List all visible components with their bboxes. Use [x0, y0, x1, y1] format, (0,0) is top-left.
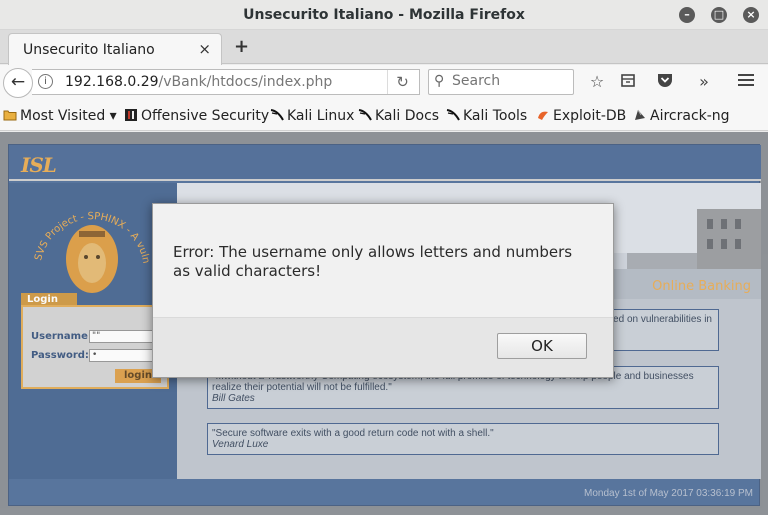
overflow-menu-icon[interactable]: » — [694, 72, 714, 92]
bookmark-exploit-db[interactable]: Exploit-DB — [536, 108, 626, 124]
offsec-icon — [124, 108, 138, 122]
dialog-footer: OK — [153, 317, 613, 377]
search-icon: ⚲ — [434, 73, 445, 89]
tab-strip: Unsecurito Italiano × — [0, 30, 768, 65]
bookmark-label: Exploit-DB — [553, 108, 627, 124]
pocket-icon[interactable] — [655, 72, 675, 92]
bookmark-aircrack-ng[interactable]: Aircrack-ng — [633, 108, 730, 124]
library-icon[interactable] — [618, 72, 638, 92]
folder-icon — [3, 108, 17, 122]
maximize-icon[interactable]: □ — [711, 7, 727, 23]
url-bar[interactable]: i 192.168.0.29/vBank/htdocs/index.php ↻ — [32, 69, 420, 95]
tab-unsecurito-italiano[interactable]: Unsecurito Italiano × — [8, 33, 222, 65]
bookmark-label: Kali Docs — [375, 108, 440, 124]
url-host: 192.168.0.29 — [65, 74, 159, 90]
kali-icon — [358, 108, 372, 122]
back-button[interactable]: ← — [3, 68, 33, 98]
bookmark-label: Kali Linux — [287, 108, 355, 124]
hamburger-menu-icon[interactable] — [736, 72, 756, 92]
chevron-down-icon: ▾ — [105, 108, 117, 124]
window-title: Unsecurito Italiano - Mozilla Firefox — [243, 7, 525, 23]
bookmark-label: Offensive Security — [141, 108, 270, 124]
ok-button[interactable]: OK — [497, 333, 587, 359]
bookmark-label: Aircrack-ng — [650, 108, 730, 124]
url-path: /vBank/htdocs/index.php — [158, 74, 333, 90]
tab-label: Unsecurito Italiano — [23, 42, 155, 58]
minimize-icon[interactable]: – — [679, 7, 695, 23]
aircrack-icon — [633, 108, 647, 122]
bookmark-most-visited[interactable]: Most Visited ▾ — [3, 108, 117, 124]
error-dialog: Error: The username only allows letters … — [152, 203, 614, 378]
close-window-icon[interactable]: × — [743, 7, 759, 23]
bookmark-star-icon[interactable]: ☆ — [587, 72, 607, 92]
bookmark-label: Kali Tools — [463, 108, 528, 124]
bookmark-offensive-security[interactable]: Offensive Security — [124, 108, 269, 124]
error-message: Error: The username only allows letters … — [173, 243, 573, 280]
kali-icon — [270, 108, 284, 122]
navigation-toolbar: i 192.168.0.29/vBank/htdocs/index.php ↻ … — [0, 65, 768, 101]
bookmark-kali-docs[interactable]: Kali Docs — [358, 108, 439, 124]
page-content: ISL SVS Project - SPHINX - A vulnerable … — [0, 132, 768, 515]
bookmarks-toolbar: Most Visited ▾ Offensive Security Kali L… — [0, 101, 768, 131]
site-info-icon[interactable]: i — [38, 74, 53, 89]
kali-icon — [446, 108, 460, 122]
bookmark-kali-tools[interactable]: Kali Tools — [446, 108, 527, 124]
back-arrow-icon: ← — [10, 72, 26, 92]
bookmark-label: Most Visited — [20, 108, 106, 124]
search-input[interactable] — [452, 73, 570, 89]
reload-icon[interactable]: ↻ — [387, 70, 417, 94]
tab-close-icon[interactable]: × — [198, 40, 211, 58]
new-tab-button[interactable]: + — [234, 36, 249, 57]
bookmark-kali-linux[interactable]: Kali Linux — [270, 108, 354, 124]
search-bar[interactable]: ⚲ — [428, 69, 574, 95]
window-titlebar: Unsecurito Italiano - Mozilla Firefox – … — [0, 0, 768, 30]
exploitdb-icon — [536, 108, 550, 122]
url-text[interactable]: 192.168.0.29/vBank/htdocs/index.php — [65, 74, 332, 90]
